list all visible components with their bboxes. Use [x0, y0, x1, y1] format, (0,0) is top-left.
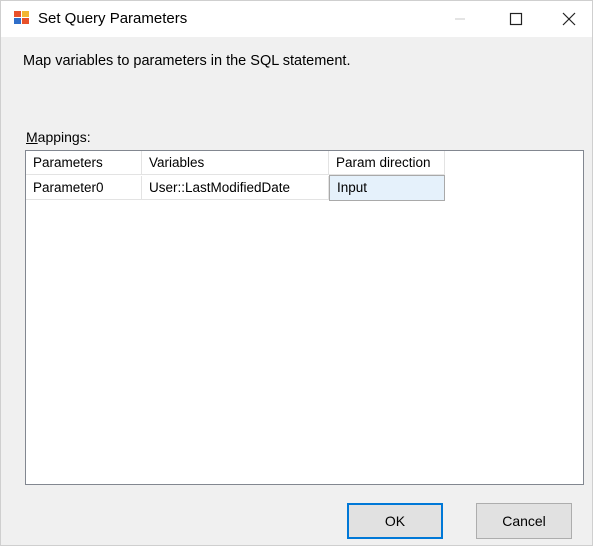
- close-icon: [562, 12, 576, 26]
- column-header-parameters[interactable]: Parameters: [26, 151, 142, 175]
- dialog-window: Set Query Parameters Map variables to pa…: [0, 0, 593, 546]
- app-icon: [14, 11, 30, 25]
- param-direction-dropdown[interactable]: Input: [329, 175, 445, 201]
- table-row[interactable]: Parameter0 User::LastModifiedDate Input: [26, 175, 445, 201]
- ok-button[interactable]: OK: [347, 503, 443, 539]
- minimize-icon: [455, 18, 465, 20]
- parameter-cell[interactable]: Parameter0: [26, 176, 142, 200]
- mappings-grid[interactable]: Parameters Variables Param direction Par…: [25, 150, 584, 485]
- mappings-label: Mappings:: [26, 129, 91, 145]
- column-header-variables[interactable]: Variables: [142, 151, 329, 175]
- window-title: Set Query Parameters: [38, 10, 188, 27]
- dialog-description: Map variables to parameters in the SQL s…: [23, 53, 351, 69]
- title-bar: Set Query Parameters: [1, 1, 592, 37]
- column-header-param-direction[interactable]: Param direction: [329, 151, 445, 175]
- grid-header-row: Parameters Variables Param direction: [26, 151, 445, 175]
- mappings-label-accelerator: M: [26, 129, 38, 145]
- minimize-button[interactable]: [437, 1, 483, 37]
- variable-cell[interactable]: User::LastModifiedDate: [142, 176, 329, 200]
- mappings-label-text: appings:: [37, 129, 91, 145]
- maximize-icon: [509, 12, 523, 26]
- cancel-button[interactable]: Cancel: [476, 503, 572, 539]
- close-button[interactable]: [546, 1, 592, 37]
- maximize-button[interactable]: [493, 1, 539, 37]
